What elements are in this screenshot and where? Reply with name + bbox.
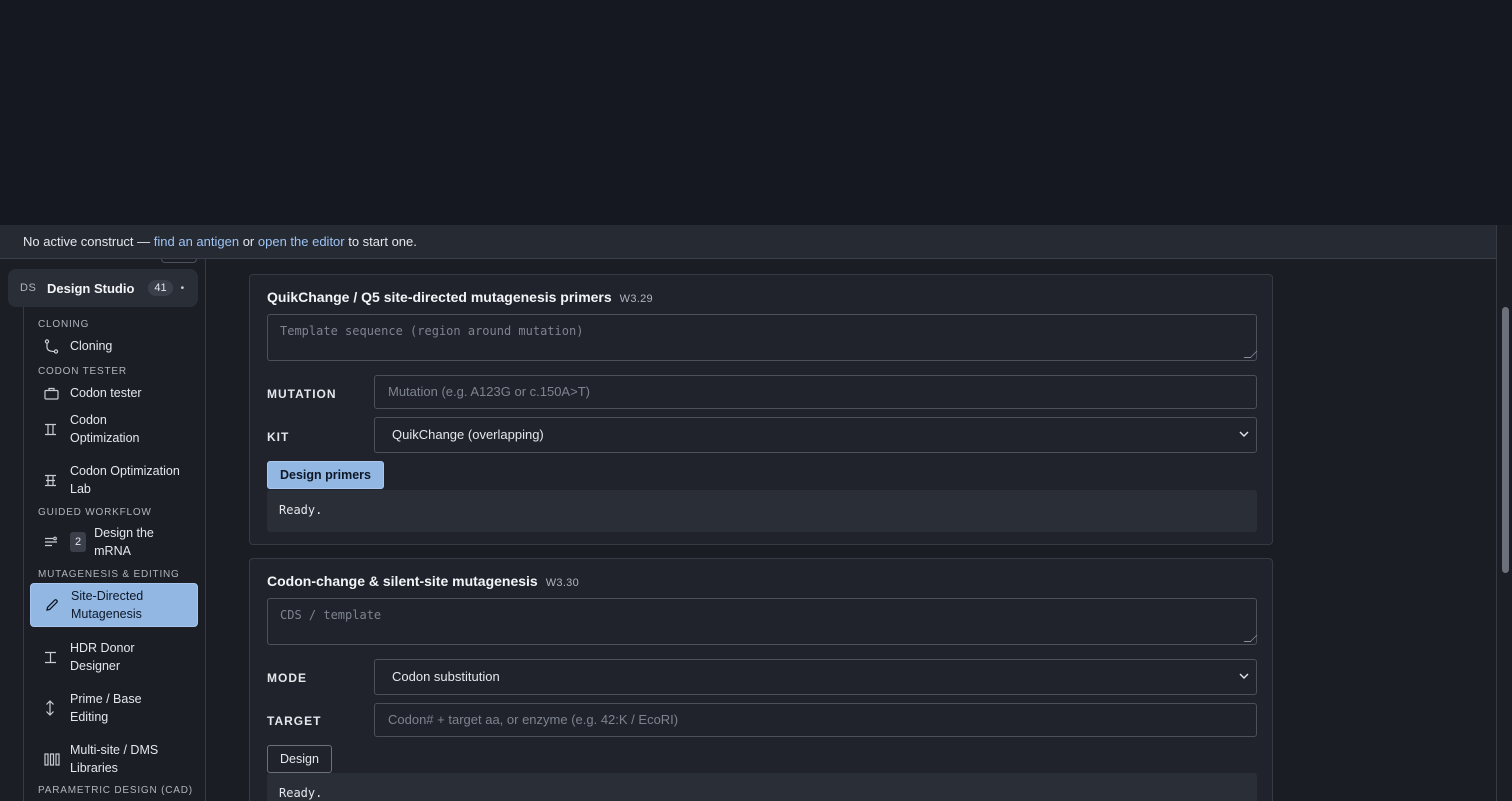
design-studio-count-badge: 41	[148, 280, 173, 296]
section-codon-tester: CODON TESTER	[38, 366, 127, 377]
sidebar-item-label: Multi-site / DMS Libraries	[70, 743, 159, 775]
target-label: TARGET	[267, 714, 322, 728]
columns-icon	[44, 750, 66, 768]
section-guided-workflow: GUIDED WORKFLOW	[38, 507, 152, 518]
design-studio-title: Design Studio	[47, 280, 135, 296]
sidebar: DS Design Studio 41 • CLONING Cloning CO…	[0, 259, 206, 801]
sidebar-item-label: Codon Optimization Lab	[70, 464, 180, 496]
design-primers-button[interactable]: Design primers	[267, 461, 385, 489]
mutation-input[interactable]: Mutation (e.g. A123G or c.150A>T)	[374, 375, 1257, 409]
sidebar-item-codon-optimization[interactable]: Codon Optimization	[30, 408, 198, 450]
mode-select[interactable]: Codon substitution	[374, 659, 1257, 695]
sidebar-item-label: Codon Optimization	[70, 413, 140, 445]
blank-top-area	[0, 0, 1512, 225]
app-body: DS Design Studio 41 • CLONING Cloning CO…	[0, 259, 1496, 801]
sidebar-item-codon-tester[interactable]: Codon tester	[30, 380, 198, 406]
template-sequence-input[interactable]: Template sequence (region around mutatio…	[267, 314, 1258, 361]
i-beam-icon	[44, 420, 66, 438]
sidebar-item-prime-base[interactable]: Prime / Base Editing	[30, 687, 198, 729]
kit-select[interactable]: QuikChange (overlapping)	[374, 417, 1257, 453]
design-button[interactable]: Design	[267, 745, 332, 773]
scrollbar-thumb[interactable]	[1502, 307, 1509, 573]
card-code: W3.29	[619, 293, 653, 305]
vertical-arrows-icon	[44, 699, 66, 717]
section-parametric: PARAMETRIC DESIGN (CAD)	[38, 785, 193, 796]
kit-label: KIT	[267, 430, 290, 444]
section-mutagenesis: MUTAGENESIS & EDITING	[38, 569, 180, 580]
card-title-text: Codon-change & silent-site mutagenesis	[267, 573, 538, 589]
sidebar-item-cloning[interactable]: Cloning	[30, 333, 198, 359]
sidebar-item-label: Cloning	[70, 339, 113, 353]
page-scrollbar[interactable]	[1496, 225, 1512, 801]
mode-select-value: Codon substitution	[392, 669, 500, 684]
sidebar-item-hdr-donor[interactable]: HDR Donor Designer	[30, 636, 198, 678]
resize-handle-icon[interactable]	[1243, 351, 1258, 358]
template-sequence-placeholder: Template sequence (region around mutatio…	[280, 324, 584, 338]
sidebar-item-label: Prime / Base Editing	[70, 692, 142, 724]
banner-text-suffix: to start one.	[344, 234, 417, 249]
banner-text-middle: or	[239, 234, 258, 249]
find-antigen-link[interactable]: find an antigen	[154, 234, 239, 249]
sidebar-item-design-mrna[interactable]: 2 Design the mRNA	[30, 521, 198, 563]
sidebar-nav: CLONING Cloning CODON TESTER Codon teste…	[30, 315, 198, 799]
cds-template-placeholder: CDS / template	[280, 608, 382, 622]
pencil-icon	[45, 596, 67, 614]
sidebar-top-control[interactable]	[161, 259, 197, 263]
card-code: W3.30	[545, 577, 580, 589]
chevron-down-icon	[1239, 673, 1249, 679]
quikchange-output: Ready.	[267, 490, 1257, 532]
banner-text-prefix: No active construct —	[23, 234, 154, 249]
i-beam-icon	[44, 648, 66, 666]
card-title-text: QuikChange / Q5 site-directed mutagenesi…	[267, 289, 612, 305]
cds-template-input[interactable]: CDS / template	[267, 598, 1258, 645]
codon-change-card: Codon-change & silent-site mutagenesis W…	[249, 558, 1273, 801]
codon-change-card-title: Codon-change & silent-site mutagenesis W…	[267, 573, 579, 589]
codon-change-output: Ready.	[267, 773, 1257, 801]
main-content: QuikChange / Q5 site-directed mutagenesi…	[206, 259, 1496, 801]
clipped-page-heading	[506, 259, 616, 261]
sidebar-item-label: HDR Donor Designer	[70, 641, 135, 673]
design-studio-abbr: DS	[20, 282, 37, 294]
sliders-icon	[44, 533, 66, 551]
sidebar-item-label: Design the mRNA	[94, 526, 154, 558]
sidebar-item-label: Site-Directed Mutagenesis	[71, 589, 144, 621]
chevron-down-icon	[1239, 431, 1249, 437]
branch-icon	[44, 337, 66, 355]
no-construct-banner: No active construct — find an antigen or…	[0, 225, 1496, 259]
lab-icon	[44, 471, 66, 489]
open-editor-link[interactable]: open the editor	[258, 234, 345, 249]
resize-handle-icon[interactable]	[1243, 635, 1258, 642]
design-mrna-step-badge: 2	[70, 532, 87, 552]
mode-label: MODE	[267, 671, 307, 685]
quikchange-card-title: QuikChange / Q5 site-directed mutagenesi…	[267, 289, 653, 305]
design-studio-header[interactable]: DS Design Studio 41 •	[8, 269, 198, 307]
section-cloning: CLONING	[38, 319, 90, 330]
quikchange-card: QuikChange / Q5 site-directed mutagenesi…	[249, 274, 1273, 545]
target-input[interactable]: Codon# + target aa, or enzyme (e.g. 42:K…	[374, 703, 1257, 737]
sidebar-item-codon-optimization-lab[interactable]: Codon Optimization Lab	[30, 459, 198, 501]
briefcase-icon	[44, 384, 66, 402]
mutation-label: MUTATION	[267, 387, 337, 401]
sidebar-item-site-directed-mutagenesis[interactable]: Site-Directed Mutagenesis	[30, 583, 198, 627]
sidebar-item-label: Codon tester	[70, 386, 142, 400]
nav-rail	[23, 307, 24, 801]
sidebar-item-multisite[interactable]: Multi-site / DMS Libraries	[30, 738, 198, 780]
kit-select-value: QuikChange (overlapping)	[392, 427, 544, 442]
status-dot: •	[180, 282, 185, 294]
